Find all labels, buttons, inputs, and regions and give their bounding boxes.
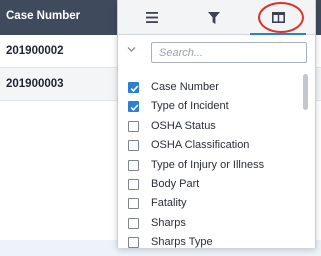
list-item[interactable]: Sharps Type [118, 233, 304, 248]
column-label: Body Part [151, 177, 200, 190]
tab-filter[interactable] [184, 0, 244, 35]
column-checkbox[interactable] [128, 178, 139, 190]
list-item[interactable]: Type of Injury or Illness [118, 156, 304, 175]
column-checkbox[interactable] [128, 140, 139, 152]
column-label: Sharps Type [151, 236, 213, 248]
column-checkbox[interactable] [128, 217, 139, 229]
menu-icon [146, 12, 158, 23]
column-checkbox[interactable] [128, 120, 139, 132]
column-checkbox[interactable] [128, 101, 139, 113]
column-label: OSHA Classification [151, 139, 250, 152]
column-label: Type of Incident [151, 100, 229, 113]
highlight-ring-annotation [258, 2, 304, 33]
list-item[interactable]: Fatality [118, 194, 304, 213]
column-checkbox[interactable] [128, 82, 139, 93]
column-header-case-number[interactable]: Case Number [6, 10, 80, 22]
tab-general[interactable] [122, 0, 182, 35]
filter-icon [208, 11, 220, 24]
chevron-down-icon[interactable] [127, 46, 136, 53]
column-menu-tabs [118, 0, 315, 35]
checkmark-icon [130, 104, 139, 112]
column-checkbox[interactable] [128, 237, 139, 248]
case-number-cell: 201900003 [6, 78, 64, 90]
column-list-scrollbar[interactable] [303, 74, 309, 248]
column-label: Sharps [151, 216, 186, 229]
checkmark-icon [130, 85, 139, 92]
scrollbar-thumb[interactable] [303, 74, 308, 110]
column-search-row [118, 40, 315, 66]
column-search-input[interactable] [151, 42, 307, 63]
list-item[interactable]: Sharps [118, 214, 304, 233]
column-menu-panel: Case Number Type of Incident OSHA Status… [117, 0, 316, 248]
column-label: Type of Injury or Illness [151, 158, 265, 171]
case-number-cell: 201900002 [6, 45, 64, 57]
list-item[interactable]: OSHA Classification [118, 136, 304, 155]
list-item[interactable]: OSHA Status [118, 117, 304, 136]
column-label: OSHA Status [151, 119, 216, 132]
column-checkbox[interactable] [128, 198, 139, 210]
list-item[interactable]: Type of Incident [118, 97, 304, 116]
column-checkbox[interactable] [128, 159, 139, 171]
column-list: Case Number Type of Incident OSHA Status… [118, 78, 304, 248]
column-label: Case Number [151, 81, 219, 93]
column-label: Fatality [151, 197, 187, 210]
list-item[interactable]: Case Number [118, 78, 304, 97]
list-item[interactable]: Body Part [118, 175, 304, 194]
